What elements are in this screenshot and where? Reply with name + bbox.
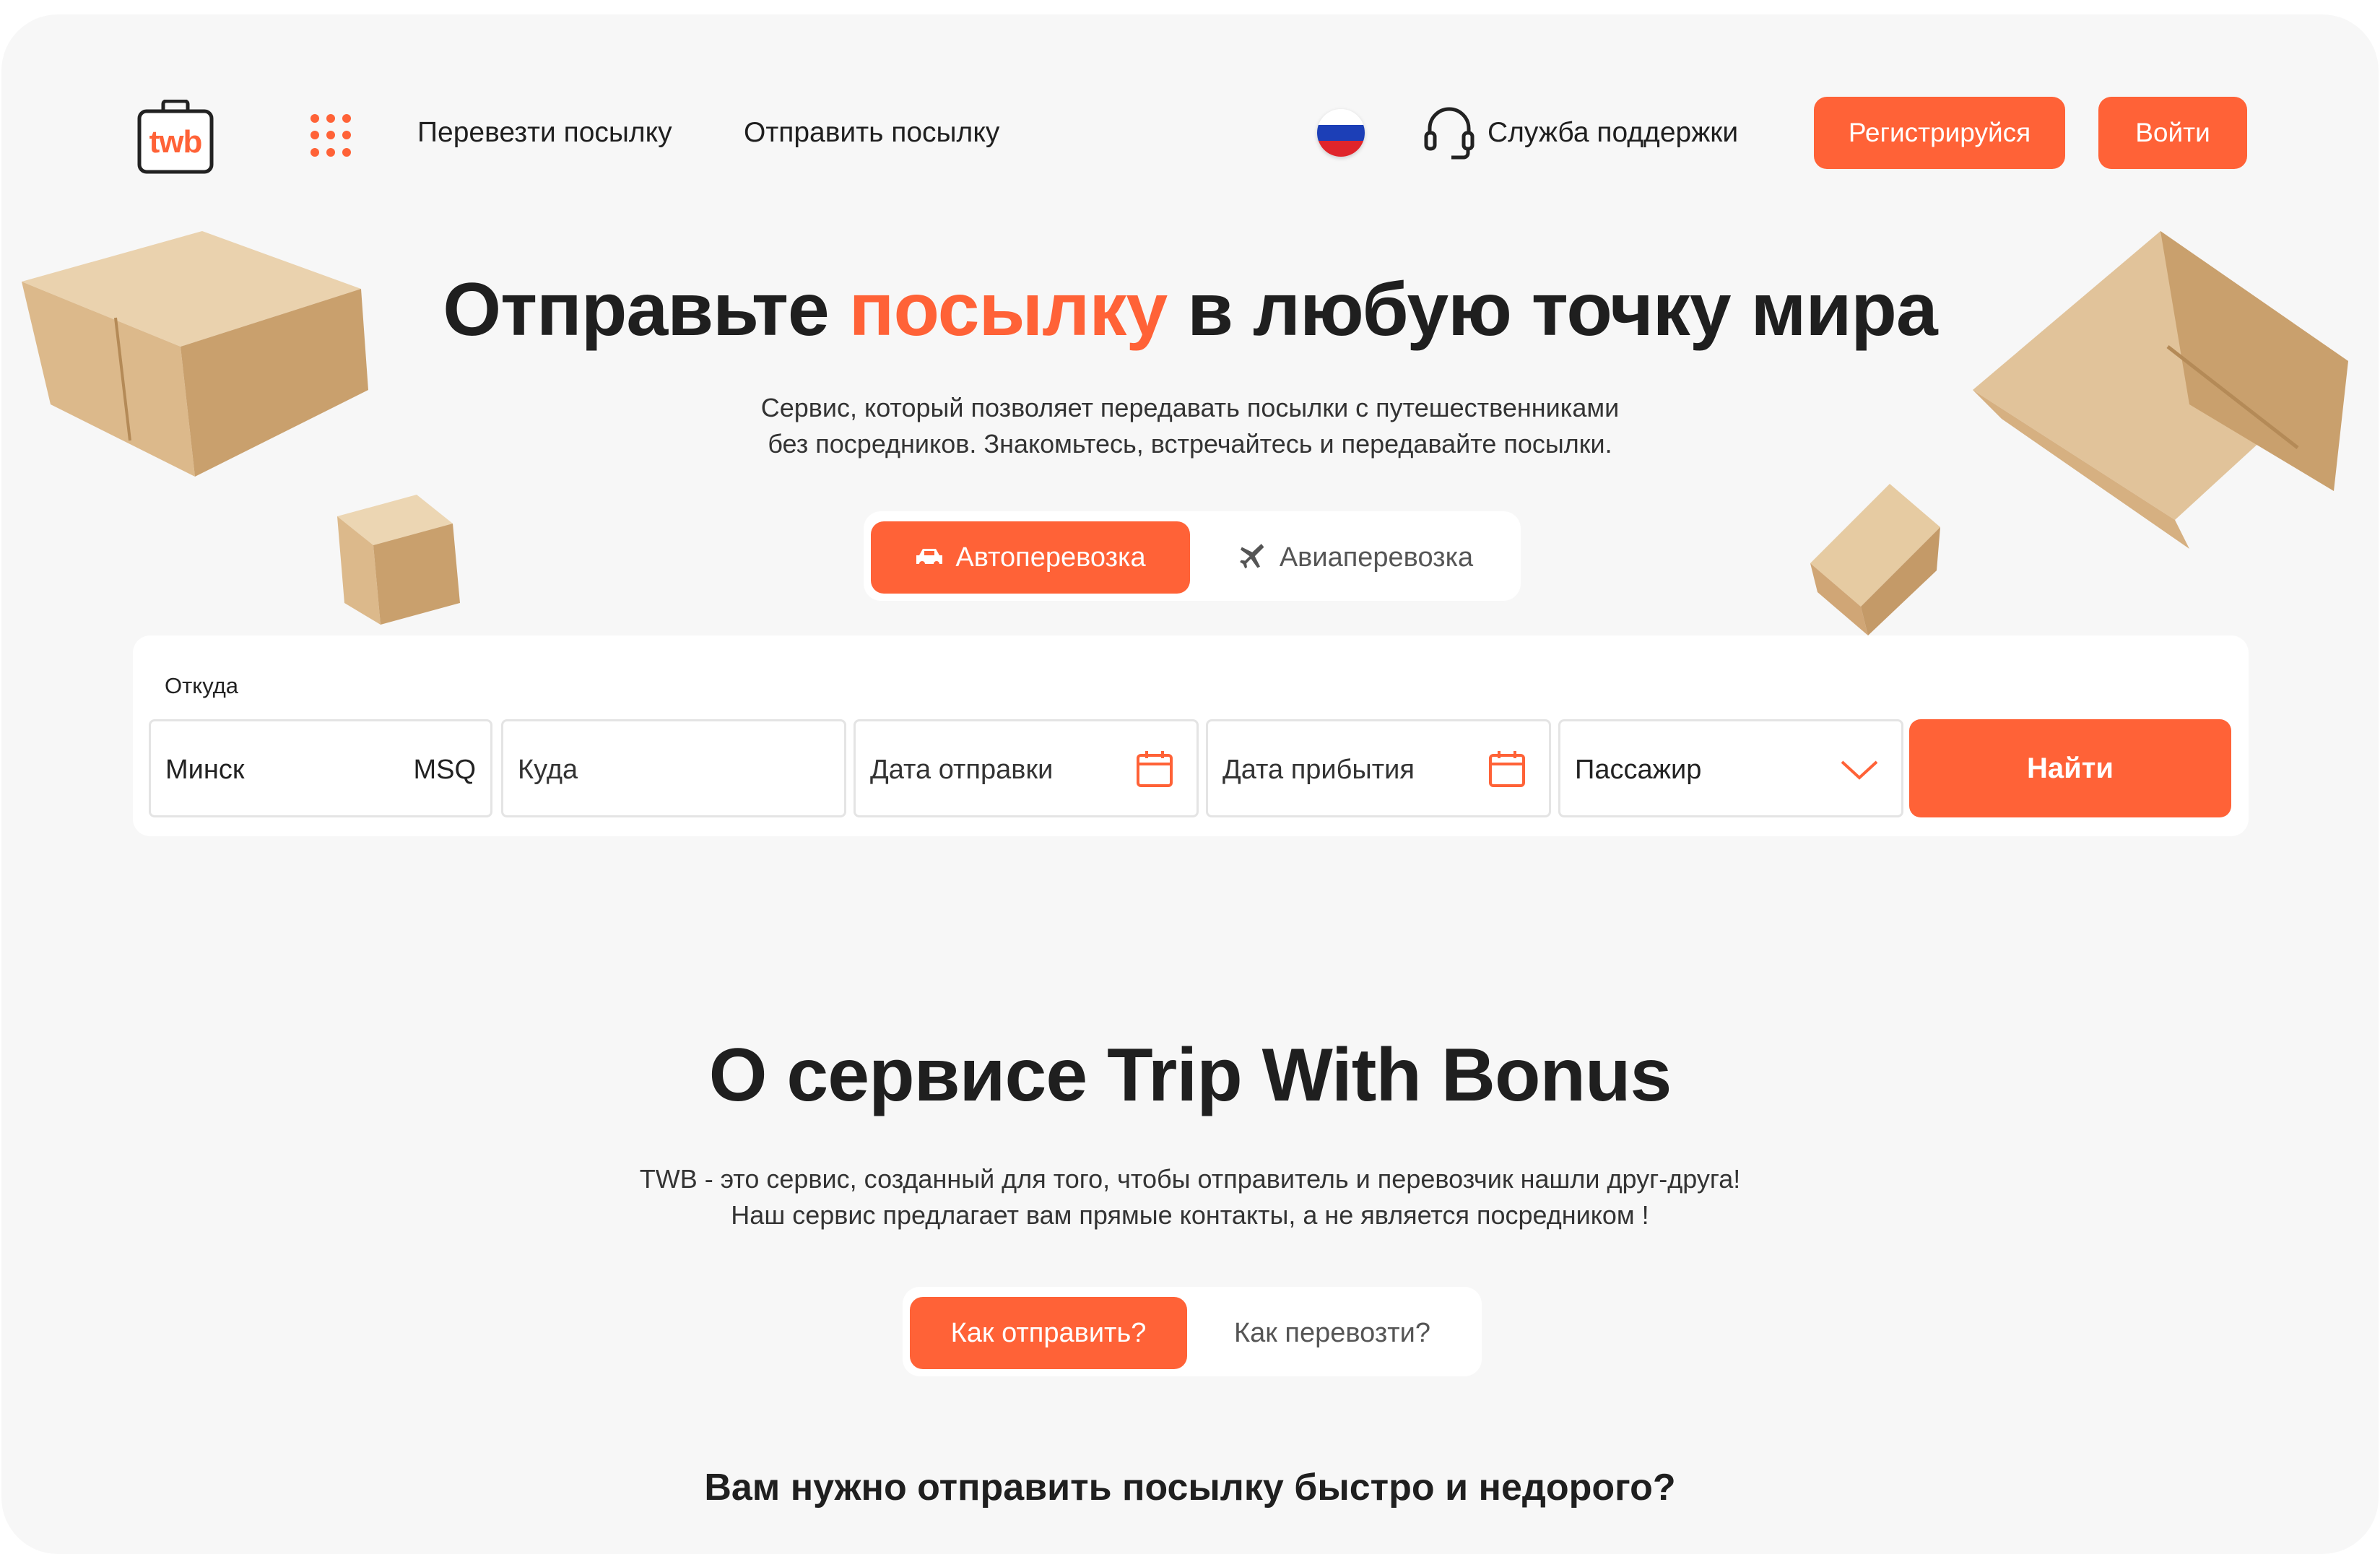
- twb-logo[interactable]: twb: [137, 99, 214, 175]
- hero-title-start: Отправьте: [443, 268, 849, 352]
- chevron-down-icon[interactable]: [1839, 749, 1880, 789]
- search-panel: Откуда Минск MSQ Куда Дата отправки Дата…: [133, 635, 2249, 836]
- tab-auto-label: Автоперевозка: [955, 542, 1146, 573]
- section-question: Вам нужно отправить посылку быстро и нед…: [704, 1467, 1676, 1509]
- tab-how-to-carry[interactable]: Как перевозти?: [1191, 1297, 1473, 1369]
- arrival-date-placeholder: Дата прибытия: [1222, 755, 1415, 785]
- hero-subtitle-line2: без посредников. Знакомьтесь, встречайте…: [768, 429, 1612, 459]
- about-text: TWB - это сервис, созданный для того, чт…: [1, 1161, 2379, 1233]
- from-airport-code: MSQ: [413, 755, 476, 785]
- calendar-icon[interactable]: [1134, 749, 1175, 789]
- tab-auto-transport[interactable]: Автоперевозка: [871, 521, 1190, 594]
- apps-grid-icon[interactable]: [310, 114, 354, 157]
- arrival-date-field[interactable]: Дата прибытия: [1206, 719, 1551, 817]
- how-to-tabs: Как отправить? Как перевозти?: [903, 1287, 1482, 1376]
- about-text-line1: TWB - это сервис, созданный для того, чт…: [639, 1164, 1741, 1194]
- to-field[interactable]: Куда: [501, 719, 846, 817]
- car-icon: [916, 549, 943, 567]
- nav-link-transport-parcel[interactable]: Перевезти посылку: [417, 117, 672, 149]
- about-title: О сервисе Trip With Bonus: [708, 1033, 1672, 1117]
- role-value: Пассажир: [1575, 755, 1702, 785]
- about-text-line2: Наш сервис предлагает вам прямые контакт…: [731, 1200, 1649, 1230]
- cardboard-box-image-small-right: [1810, 484, 1940, 635]
- hero-title: Отправьте посылку в любую точку мира: [1, 267, 2379, 353]
- register-button[interactable]: Регистрируйся: [1814, 97, 2065, 169]
- headset-icon: [1424, 107, 1475, 160]
- transport-tabs: Автоперевозка Авиаперевозка: [864, 511, 1521, 601]
- support-label: Служба поддержки: [1488, 117, 1739, 148]
- departure-date-field[interactable]: Дата отправки: [854, 719, 1199, 817]
- cardboard-box-image-small-left: [337, 495, 460, 625]
- login-button[interactable]: Войти: [2098, 97, 2247, 169]
- hero-title-accent: посылку: [848, 268, 1168, 352]
- hero-subtitle: Сервис, который позволяет передавать пос…: [1, 390, 2379, 462]
- from-label: Откуда: [165, 673, 239, 698]
- find-button[interactable]: Найти: [1909, 719, 2231, 817]
- calendar-icon[interactable]: [1487, 749, 1527, 789]
- tab-how-to-send[interactable]: Как отправить?: [910, 1297, 1187, 1369]
- plane-icon: [1239, 544, 1264, 569]
- russia-flag-icon[interactable]: [1317, 109, 1365, 157]
- from-field[interactable]: Минск MSQ: [149, 719, 492, 817]
- departure-date-placeholder: Дата отправки: [870, 755, 1054, 785]
- tab-air-label: Авиаперевозка: [1279, 542, 1474, 573]
- to-placeholder: Куда: [518, 755, 578, 785]
- from-value: Минск: [165, 755, 245, 785]
- role-select[interactable]: Пассажир: [1558, 719, 1903, 817]
- logo-text: twb: [149, 124, 203, 160]
- hero-subtitle-line1: Сервис, который позволяет передавать пос…: [760, 393, 1620, 422]
- support-link[interactable]: Служба поддержки: [1424, 104, 1738, 162]
- page-frame: twb Перевезти посылку Отправить посылку …: [1, 14, 2379, 1554]
- hero-title-end: в любую точку мира: [1167, 268, 1938, 352]
- cardboard-box-image-large-right: [1973, 231, 2348, 549]
- nav-link-send-parcel[interactable]: Отправить посылку: [744, 117, 999, 149]
- tab-air-transport[interactable]: Авиаперевозка: [1197, 521, 1515, 594]
